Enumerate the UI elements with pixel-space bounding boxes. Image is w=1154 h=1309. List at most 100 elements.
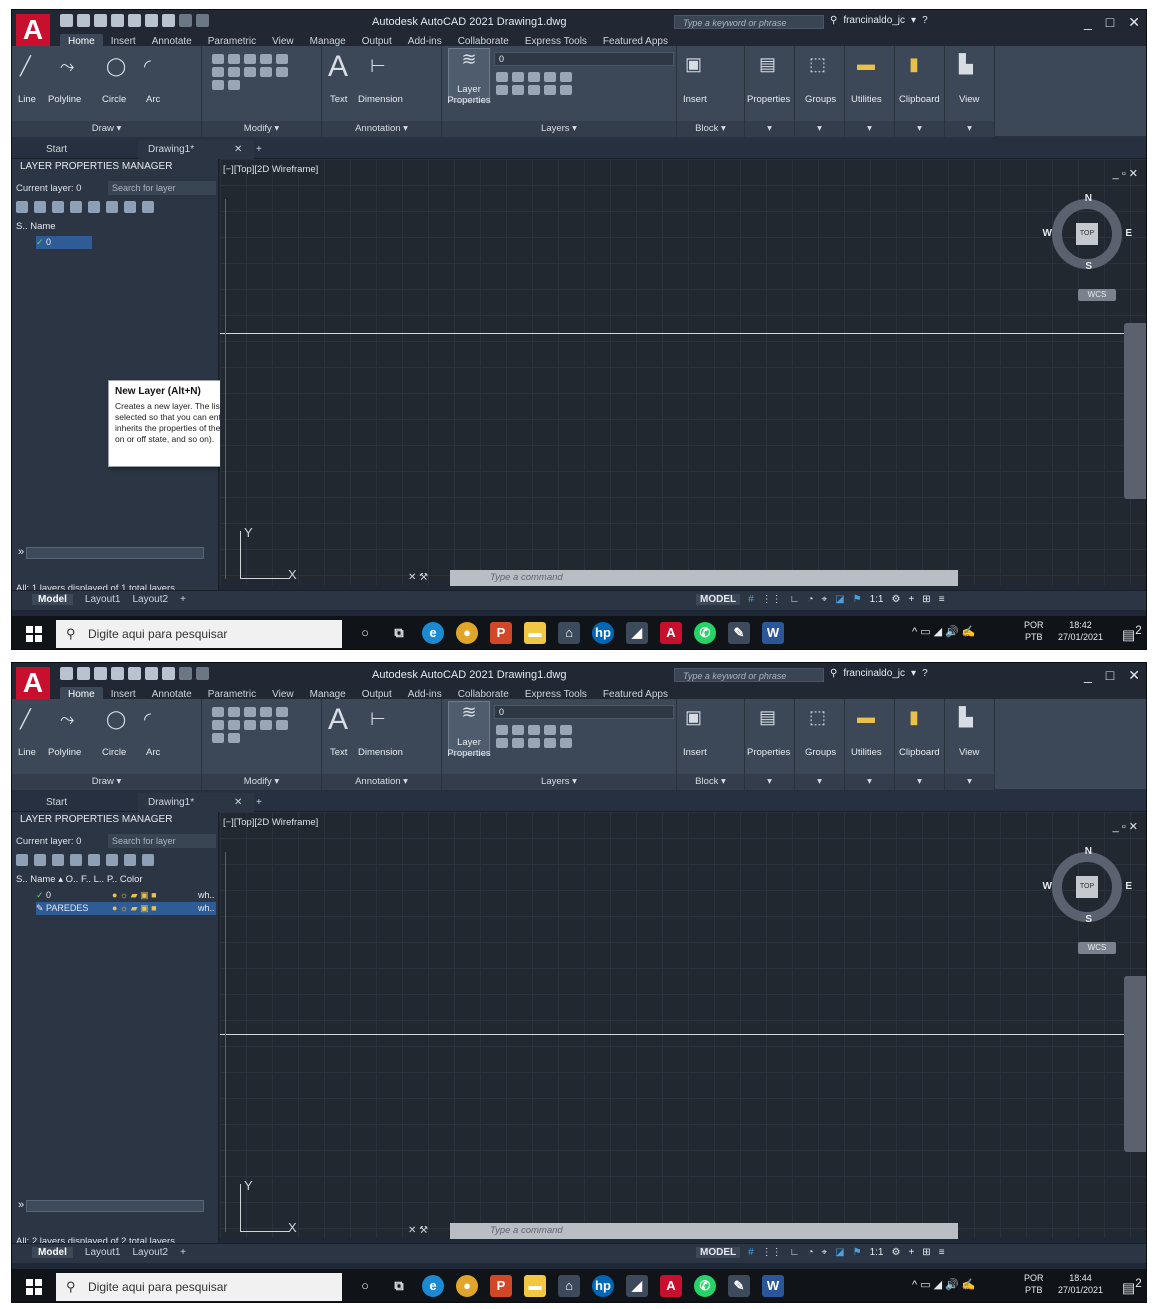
- stretch-icon[interactable]: [260, 67, 272, 77]
- plus-icon[interactable]: +: [908, 594, 914, 605]
- settings-icon[interactable]: [142, 201, 154, 213]
- set-current-icon[interactable]: [106, 854, 118, 866]
- annotation-scale[interactable]: 1:1: [870, 594, 884, 605]
- cart-icon[interactable]: ▾: [911, 668, 916, 679]
- new-layer-icon[interactable]: [52, 854, 64, 866]
- array-icon[interactable]: [212, 80, 224, 90]
- view-expand[interactable]: ▾: [945, 121, 994, 137]
- model-space-button[interactable]: MODEL: [696, 594, 741, 605]
- layer-row[interactable]: ✎ PAREDES ● ☼ ▰ ▣ ■ wh..: [36, 902, 216, 915]
- modify-panel-title[interactable]: Modify ▾: [202, 121, 321, 137]
- layer-tool-icon[interactable]: [528, 72, 540, 82]
- rotate-icon[interactable]: [228, 707, 240, 717]
- tab-layout2[interactable]: Layout2: [132, 1247, 168, 1258]
- plot-icon[interactable]: [145, 14, 158, 27]
- print-icon[interactable]: [162, 14, 175, 27]
- new-icon[interactable]: [60, 667, 73, 680]
- new-layer-icon[interactable]: [52, 201, 64, 213]
- help-icon[interactable]: ?: [922, 668, 928, 679]
- circle-icon[interactable]: ◯: [106, 56, 126, 77]
- tab-model[interactable]: Model: [32, 594, 73, 605]
- text-button[interactable]: Text: [330, 747, 347, 758]
- drawn-horizontal-line[interactable]: [220, 1034, 1146, 1035]
- compass-w[interactable]: W: [1043, 228, 1052, 239]
- viewport-controls-label[interactable]: [−][Top][2D Wireframe]: [223, 164, 318, 175]
- units-icon[interactable]: ⊞: [922, 1247, 930, 1258]
- clock[interactable]: 18:42 27/01/2021: [1058, 619, 1103, 643]
- save-as-icon[interactable]: [111, 667, 124, 680]
- layer-list-header[interactable]: S.. Name ▴ O.. F.. L.. P.. Color: [16, 874, 143, 885]
- layer-tool-icon[interactable]: [544, 738, 556, 748]
- circle-icon[interactable]: ◯: [106, 709, 126, 730]
- layer-tool-icon[interactable]: [512, 85, 524, 95]
- drawing-viewport[interactable]: [−][Top][2D Wireframe] _ ▫ ✕ TOP N S E W…: [220, 812, 1146, 1238]
- paint-icon[interactable]: ✎: [728, 1275, 750, 1297]
- modify-panel-title[interactable]: Modify ▾: [202, 774, 321, 790]
- properties-button[interactable]: Properties: [747, 94, 790, 105]
- properties-expand[interactable]: ▾: [745, 121, 794, 137]
- clock[interactable]: 18:44 27/01/2021: [1058, 1272, 1103, 1296]
- app-icon[interactable]: ◢: [626, 622, 648, 644]
- layer-tool-icon[interactable]: [496, 725, 508, 735]
- workspace-gear-icon[interactable]: ⚙: [891, 594, 900, 605]
- layer-list-header[interactable]: S.. Name: [16, 221, 56, 232]
- viewcube-top[interactable]: TOP: [1076, 223, 1098, 245]
- properties-expand[interactable]: ▾: [745, 774, 794, 790]
- utilities-button[interactable]: Utilities: [851, 747, 882, 758]
- expand-filter-icon[interactable]: »: [18, 1199, 24, 1211]
- new-layer-vp-frozen-icon[interactable]: [70, 854, 82, 866]
- app-icon[interactable]: ◢: [626, 1275, 648, 1297]
- layer-tool-icon[interactable]: [560, 738, 572, 748]
- cortana-icon[interactable]: ○: [354, 622, 376, 644]
- compass-n[interactable]: N: [1085, 193, 1092, 204]
- layer-tool-icon[interactable]: [496, 85, 508, 95]
- layer-tool-icon[interactable]: [496, 738, 508, 748]
- properties-button[interactable]: Properties: [747, 747, 790, 758]
- redo-icon[interactable]: [196, 14, 209, 27]
- array-icon[interactable]: [212, 733, 224, 743]
- layer-properties-button[interactable]: Layer Properties: [446, 737, 492, 759]
- new-tab-icon[interactable]: +: [246, 140, 266, 159]
- open-icon[interactable]: [77, 667, 90, 680]
- edge-icon[interactable]: e: [422, 622, 444, 644]
- annotation-icon[interactable]: ⚑: [853, 1247, 862, 1258]
- taskbar-search-input[interactable]: ⚲ Digite aqui para pesquisar: [56, 620, 342, 648]
- clipboard-button[interactable]: Clipboard: [899, 747, 940, 758]
- view-icon[interactable]: ▙: [959, 707, 973, 728]
- autocad-logo-icon[interactable]: A: [16, 667, 50, 699]
- viewport-controls-label[interactable]: [−][Top][2D Wireframe]: [223, 817, 318, 828]
- layer-dropdown[interactable]: 0: [494, 705, 674, 719]
- ortho-icon[interactable]: ∟: [790, 1247, 800, 1258]
- wcs-menu[interactable]: WCS: [1078, 289, 1116, 301]
- offset-icon[interactable]: [228, 733, 240, 743]
- properties-icon[interactable]: ▤: [759, 54, 776, 75]
- publish-icon[interactable]: [128, 14, 141, 27]
- close-tab-icon[interactable]: ✕: [224, 140, 244, 159]
- clipboard-icon[interactable]: ▮: [909, 707, 919, 728]
- set-current-icon[interactable]: [106, 201, 118, 213]
- layer-tool-icon[interactable]: [544, 72, 556, 82]
- layers-panel-title[interactable]: Layers ▾: [442, 121, 676, 137]
- layer-tool-icon[interactable]: [528, 85, 540, 95]
- compass-s[interactable]: S: [1085, 914, 1092, 925]
- polyline-icon[interactable]: ⤳: [60, 56, 74, 77]
- layer-color[interactable]: wh..: [198, 902, 215, 915]
- plot-icon[interactable]: [145, 667, 158, 680]
- layer-tool-icon[interactable]: [544, 725, 556, 735]
- navigation-bar[interactable]: [1124, 323, 1146, 499]
- refresh-icon[interactable]: [124, 201, 136, 213]
- expand-filter-icon[interactable]: »: [18, 546, 24, 558]
- scale-icon[interactable]: [276, 67, 288, 77]
- view-button[interactable]: View: [959, 747, 979, 758]
- block-panel-title[interactable]: Block ▾: [677, 121, 744, 137]
- undo-icon[interactable]: [179, 14, 192, 27]
- osnap-icon[interactable]: ⌖: [822, 1247, 828, 1258]
- erase-icon[interactable]: [260, 54, 272, 64]
- add-layout-icon[interactable]: +: [180, 1247, 186, 1258]
- close-icon[interactable]: ✕: [1128, 667, 1140, 684]
- windows-start-icon[interactable]: [26, 1279, 42, 1295]
- word-icon[interactable]: W: [762, 1275, 784, 1297]
- isodraft-icon[interactable]: ◪: [835, 1247, 844, 1258]
- store-icon[interactable]: ⌂: [558, 622, 580, 644]
- explode-icon[interactable]: [244, 67, 256, 77]
